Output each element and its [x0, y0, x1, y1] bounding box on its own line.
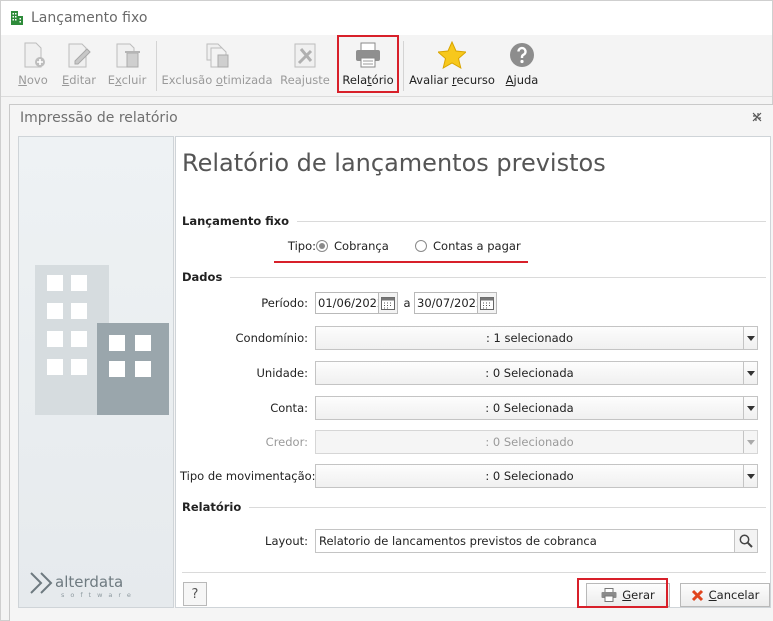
- radio-contas-a-pagar[interactable]: Contas a pagar: [415, 239, 521, 253]
- conta-label: Conta:: [270, 401, 308, 415]
- delete-trash-icon: [116, 43, 140, 68]
- credor-select: : 0 Selecionado: [315, 430, 758, 454]
- unidade-select[interactable]: : 0 Selecionada: [315, 361, 758, 385]
- help-question-icon: [510, 43, 534, 67]
- section-relatorio: Relatório: [182, 500, 766, 514]
- chevron-down-icon: [743, 362, 757, 384]
- avaliar-recurso-button[interactable]: Avaliar recurso: [409, 35, 495, 95]
- svg-text:software: software: [61, 591, 137, 599]
- calendar-icon: [381, 297, 395, 310]
- cancel-x-icon: [691, 589, 703, 601]
- reajuste-button[interactable]: Reajuste: [277, 35, 333, 95]
- calendar-end-button[interactable]: [477, 292, 497, 314]
- section-lancamento-fixo: Lançamento fixo: [182, 214, 766, 228]
- search-icon: [739, 534, 753, 548]
- credor-label: Credor:: [265, 435, 308, 449]
- editar-button[interactable]: Editar: [59, 35, 99, 95]
- chevron-down-icon: [743, 465, 757, 487]
- periodo-end-input[interactable]: [414, 292, 478, 314]
- alterdata-logo-mark: alterdata software: [30, 572, 137, 599]
- layout-label: Layout:: [265, 534, 308, 548]
- app-window: Lançamento fixo Novo Editar Excluir Excl…: [0, 0, 773, 621]
- dialog-header: Impressão de relatório: [10, 105, 773, 131]
- building-app-icon: [11, 11, 23, 25]
- star-icon: [438, 41, 466, 69]
- section-dados: Dados: [182, 270, 766, 284]
- radio-indicator: [316, 240, 328, 252]
- optimized-delete-icon: [206, 43, 229, 68]
- toolbar-separator: [156, 41, 157, 91]
- periodo-start-input[interactable]: [315, 292, 379, 314]
- report-title: Relatório de lançamentos previstos: [182, 149, 606, 177]
- side-illustration-panel: alterdata software: [18, 136, 174, 608]
- ajuda-button[interactable]: Ajuda: [501, 35, 543, 95]
- exclusao-otimizada-button[interactable]: Exclusão otimizada: [162, 35, 273, 95]
- svg-text:alterdata: alterdata: [55, 573, 123, 591]
- report-form: Relatório de lançamentos previstos Lança…: [175, 136, 771, 608]
- periodo-separator: a: [403, 296, 411, 310]
- excluir-button[interactable]: Excluir: [105, 35, 149, 95]
- close-icon[interactable]: [751, 111, 763, 123]
- condominio-select[interactable]: : 1 selecionado: [315, 326, 758, 350]
- highlight-underline: [274, 261, 528, 263]
- toolbar-separator: [403, 41, 404, 91]
- calendar-start-button[interactable]: [378, 292, 398, 314]
- chevron-down-icon: [743, 431, 757, 453]
- gerar-highlight-box: [577, 578, 668, 608]
- new-document-icon: [24, 42, 45, 68]
- tipo-label: Tipo:: [287, 239, 316, 253]
- building-illustration-icon: [35, 265, 169, 415]
- relatorio-highlight-box: [337, 35, 399, 93]
- radio-indicator: [415, 240, 427, 252]
- print-report-dialog: Impressão de relatório alterdata softwar…: [9, 104, 773, 621]
- title-bar: Lançamento fixo: [1, 1, 772, 35]
- tipo-movimentacao-select[interactable]: : 0 Selecionado: [315, 464, 758, 488]
- conta-select[interactable]: : 0 Selecionada: [315, 396, 758, 420]
- calendar-icon: [480, 297, 494, 310]
- footer-divider: [182, 572, 766, 573]
- chevron-down-icon: [743, 327, 757, 349]
- cancelar-button[interactable]: Cancelar: [680, 583, 770, 607]
- tipo-movimentacao-label: Tipo de movimentação:: [180, 469, 316, 483]
- tools-adjust-icon: [294, 43, 316, 68]
- alterdata-logo: alterdata software: [29, 569, 165, 602]
- chevron-down-icon: [743, 397, 757, 419]
- radio-cobranca[interactable]: Cobrança: [316, 239, 389, 253]
- layout-input[interactable]: [315, 529, 735, 553]
- dialog-title: Impressão de relatório: [20, 110, 178, 126]
- unidade-label: Unidade:: [256, 366, 309, 380]
- layout-search-button[interactable]: [734, 529, 758, 553]
- edit-pencil-icon: [68, 43, 91, 68]
- window-title: Lançamento fixo: [31, 10, 148, 26]
- help-button[interactable]: ?: [183, 582, 207, 606]
- periodo-label: Período:: [261, 296, 308, 310]
- novo-button[interactable]: Novo: [13, 35, 53, 95]
- condominio-label: Condomínio:: [235, 331, 308, 345]
